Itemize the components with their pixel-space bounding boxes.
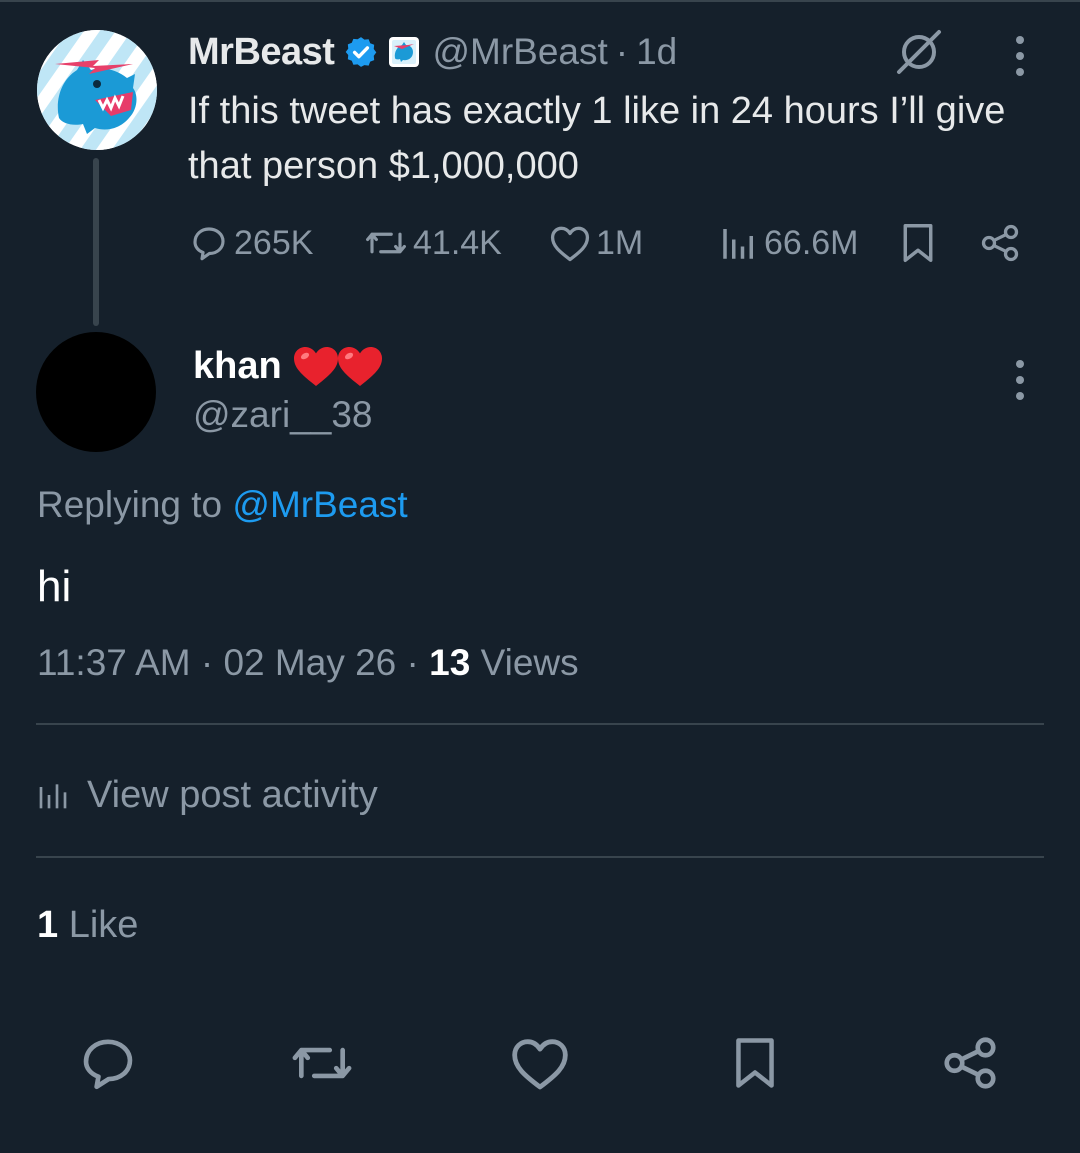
mrbeast-avatar[interactable] <box>37 30 157 150</box>
reply-action[interactable]: 265K <box>188 218 313 268</box>
affiliate-badge-icon <box>389 37 420 67</box>
reply-meta: 11:37 AM · 02 May 26 · 13 Views <box>37 642 579 684</box>
like-count: 1M <box>596 223 644 262</box>
bookmark-icon <box>736 1038 774 1088</box>
reply-author-name-row[interactable]: khan <box>193 344 384 388</box>
analytics-icon <box>723 229 753 259</box>
share-button[interactable] <box>935 1028 1005 1098</box>
view-post-activity-link[interactable]: View post activity <box>37 768 378 822</box>
reply-author-handle[interactable]: @zari__38 <box>193 394 373 436</box>
thread-line <box>93 158 99 326</box>
divider <box>36 723 1044 725</box>
author-name[interactable]: MrBeast <box>188 31 335 74</box>
separator-dot: · <box>615 31 629 72</box>
parent-tweet-header: MrBeast @MrBeast · 1d <box>188 28 677 76</box>
reply-date[interactable]: 02 May 26 <box>223 642 396 683</box>
parent-tweet-text: If this tweet has exactly 1 like in 24 h… <box>188 90 1006 187</box>
parent-tweet-actions: 265K 41.4K 1M 66.6M <box>188 218 1038 268</box>
repost-action[interactable]: 41.4K <box>363 218 502 268</box>
heart-icon <box>550 226 590 262</box>
repost-count: 41.4K <box>413 223 502 262</box>
bookmark-button[interactable] <box>720 1028 790 1098</box>
reply-author-avatar[interactable] <box>36 332 156 452</box>
reply-action-bar <box>0 1028 1080 1098</box>
bookmark-icon <box>903 224 933 262</box>
more-options-icon[interactable] <box>1006 34 1034 78</box>
reply-button[interactable] <box>73 1028 143 1098</box>
repost-icon <box>292 1047 352 1079</box>
grok-icon[interactable] <box>893 26 945 78</box>
views-count: 66.6M <box>764 223 859 262</box>
view-post-activity-label: View post activity <box>87 773 378 816</box>
likes-label: Like <box>68 904 139 946</box>
repost-icon <box>366 232 406 254</box>
reply-author-name: khan <box>193 344 282 387</box>
reply-time[interactable]: 11:37 AM <box>37 642 191 683</box>
more-options-icon[interactable] <box>1006 358 1034 402</box>
tweet-time[interactable]: 1d <box>636 31 677 73</box>
views-action[interactable]: 66.6M <box>718 218 859 268</box>
analytics-icon <box>39 784 67 809</box>
heart-icon <box>512 1039 568 1090</box>
divider <box>36 856 1044 858</box>
replying-to-link[interactable]: @MrBeast <box>232 484 407 525</box>
views-count: 13 <box>429 642 471 683</box>
share-action[interactable] <box>978 218 1022 268</box>
views-label: Views <box>480 642 579 683</box>
red-hearts-icon <box>292 344 384 388</box>
author-handle[interactable]: @MrBeast <box>432 31 607 73</box>
reply-text: hi <box>37 562 72 611</box>
repost-button[interactable] <box>287 1028 357 1098</box>
like-button[interactable] <box>505 1028 575 1098</box>
replying-to-prefix: Replying to <box>37 484 223 525</box>
panther-logo-icon <box>37 30 157 150</box>
reply-count: 265K <box>234 223 314 262</box>
verified-badge-icon <box>346 37 377 67</box>
top-divider <box>0 0 1080 2</box>
likes-summary[interactable]: 1 Like <box>37 904 138 947</box>
likes-count: 1 <box>37 904 59 946</box>
separator-dot: · <box>406 642 419 683</box>
reply-icon <box>193 227 225 261</box>
share-icon <box>981 224 1019 262</box>
replying-to: Replying to @MrBeast <box>37 484 408 526</box>
reply-icon <box>83 1039 133 1090</box>
separator-dot: · <box>200 642 214 683</box>
bookmark-action[interactable] <box>898 218 938 268</box>
share-icon <box>944 1037 996 1089</box>
like-action[interactable]: 1M <box>548 218 643 268</box>
